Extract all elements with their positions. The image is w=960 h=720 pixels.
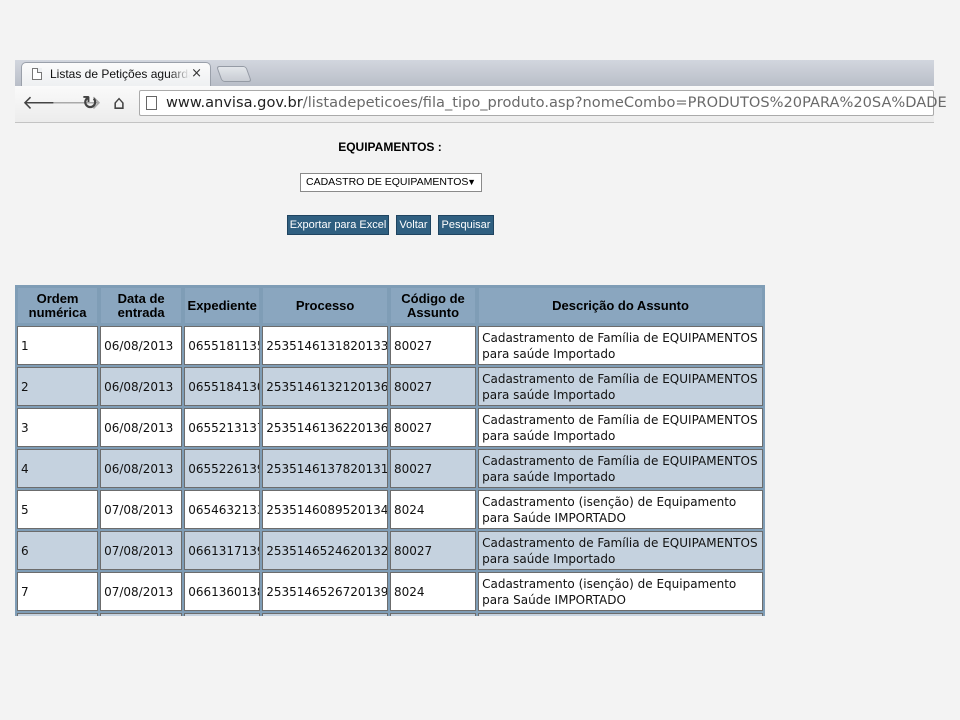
- cell-codigo: 80027: [389, 367, 477, 406]
- table-row: 5 07/08/2013 0654632133 2535146089520134…: [17, 490, 763, 529]
- table-row: 6 07/08/2013 0661317139 2535146524620132…: [17, 531, 763, 570]
- tab-title: Listas de Petições aguardando: [50, 67, 190, 81]
- header-ordem[interactable]: Ordem numérica: [17, 287, 99, 324]
- cell-descricao: Cadastramento de Família de EQUIPAMENTOS…: [478, 408, 763, 447]
- cell-processo: 25351461318201332: [262, 326, 388, 365]
- header-codigo-line2: Assunto: [407, 304, 460, 320]
- select-value: CADASTRO DE EQUIPAMENTOS: [306, 176, 469, 188]
- cell-data: 07/08/2013: [100, 531, 183, 570]
- table-row: 7 07/08/2013 0661360138 2535146526720139…: [17, 572, 763, 611]
- reload-icon[interactable]: ↻: [80, 92, 100, 114]
- table-row-partial: [17, 613, 763, 616]
- header-ordem-line2: numérica: [28, 304, 87, 320]
- cell-ordem: 5: [17, 490, 99, 529]
- category-select[interactable]: CADASTRO DE EQUIPAMENTOS ▼: [300, 173, 482, 192]
- cell-codigo: 8024: [389, 572, 477, 611]
- page-content: EQUIPAMENTOS : CADASTRO DE EQUIPAMENTOS …: [0, 122, 960, 720]
- tab-strip: Listas de Petições aguardando ×: [15, 60, 934, 87]
- cell-data: 06/08/2013: [100, 449, 183, 488]
- cell-descricao: Cadastramento de Família de EQUIPAMENTOS…: [478, 449, 763, 488]
- header-codigo[interactable]: Código de Assunto: [389, 287, 477, 324]
- cell-expediente: 0655226139: [184, 449, 261, 488]
- url-text: www.anvisa.gov.br/listadepeticoes/fila_t…: [166, 93, 947, 113]
- cell-processo: 25351461362201367: [262, 408, 388, 447]
- cell-expediente: 0655181135: [184, 326, 261, 365]
- cell-data: 07/08/2013: [100, 572, 183, 611]
- header-ordem-line1: Ordem: [36, 290, 79, 306]
- cell-expediente: 0661317139: [184, 531, 261, 570]
- cell-codigo: 8024: [389, 490, 477, 529]
- cell-processo: 25351460895201345: [262, 490, 388, 529]
- cell-ordem: 3: [17, 408, 99, 447]
- page-icon: [146, 96, 157, 110]
- header-data-line1: Data de: [117, 290, 165, 306]
- cell-descricao: Cadastramento (isenção) de Equipamento p…: [478, 572, 763, 611]
- close-icon[interactable]: ×: [191, 66, 202, 81]
- cell-empty: [100, 613, 183, 616]
- triangle-down-icon: ▼: [467, 177, 476, 187]
- page-icon: [32, 68, 42, 80]
- table-header-row: Ordem numérica Data de entrada Expediente …: [17, 287, 763, 324]
- cell-empty: [184, 613, 261, 616]
- header-expediente[interactable]: Expediente: [184, 287, 261, 324]
- url-path: /listadepeticoes/fila_tipo_produto.asp?n…: [302, 94, 947, 111]
- cell-empty: [478, 613, 763, 616]
- cell-ordem: 2: [17, 367, 99, 406]
- table-row: 3 06/08/2013 0655213137 2535146136220136…: [17, 408, 763, 447]
- table-row: 4 06/08/2013 0655226139 2535146137820131…: [17, 449, 763, 488]
- search-button[interactable]: Pesquisar: [438, 215, 494, 235]
- header-codigo-line1: Código de: [401, 290, 465, 306]
- back-button[interactable]: Voltar: [396, 215, 431, 235]
- cell-codigo: 80027: [389, 408, 477, 447]
- cell-processo: 25351465246201324: [262, 531, 388, 570]
- export-excel-button[interactable]: Exportar para Excel: [287, 215, 389, 235]
- table-row: 2 06/08/2013 0655184130 2535146132120136…: [17, 367, 763, 406]
- cell-data: 06/08/2013: [100, 326, 183, 365]
- table-row: 1 06/08/2013 0655181135 2535146131820133…: [17, 326, 763, 365]
- page-title: EQUIPAMENTOS :: [338, 140, 442, 154]
- cell-empty: [17, 613, 99, 616]
- browser-tab[interactable]: Listas de Petições aguardando ×: [21, 62, 211, 86]
- cell-empty: [389, 613, 477, 616]
- cell-ordem: 4: [17, 449, 99, 488]
- cell-codigo: 80027: [389, 531, 477, 570]
- header-data[interactable]: Data de entrada: [100, 287, 183, 324]
- cell-expediente: 0655184130: [184, 367, 261, 406]
- browser-window: Listas de Petições aguardando × 🡐 🡒 ↻ ⌂ …: [15, 60, 947, 123]
- cell-descricao: Cadastramento de Família de EQUIPAMENTOS…: [478, 531, 763, 570]
- back-arrow-icon[interactable]: 🡐: [22, 92, 73, 114]
- cell-ordem: 7: [17, 572, 99, 611]
- cell-codigo: 80027: [389, 326, 477, 365]
- cell-descricao: Cadastramento (isenção) de Equipamento p…: [478, 490, 763, 529]
- cell-processo: 25351465267201397: [262, 572, 388, 611]
- cell-processo: 25351461378201318: [262, 449, 388, 488]
- petitions-table: Ordem numérica Data de entrada Expediente …: [15, 285, 765, 616]
- cell-descricao: Cadastramento de Família de EQUIPAMENTOS…: [478, 326, 763, 365]
- home-icon[interactable]: ⌂: [109, 92, 129, 114]
- cell-data: 06/08/2013: [100, 367, 183, 406]
- cell-expediente: 0661360138: [184, 572, 261, 611]
- header-data-line2: entrada: [117, 304, 165, 320]
- header-descricao[interactable]: Descrição do Assunto: [478, 287, 763, 324]
- cell-expediente: 0654632133: [184, 490, 261, 529]
- cell-empty: [262, 613, 388, 616]
- new-tab-button[interactable]: [216, 66, 252, 82]
- address-bar[interactable]: www.anvisa.gov.br/listadepeticoes/fila_t…: [139, 90, 947, 116]
- cell-ordem: 1: [17, 326, 99, 365]
- cell-processo: 25351461321201361: [262, 367, 388, 406]
- cell-ordem: 6: [17, 531, 99, 570]
- cell-data: 07/08/2013: [100, 490, 183, 529]
- header-processo[interactable]: Processo: [262, 287, 388, 324]
- cell-codigo: 80027: [389, 449, 477, 488]
- cell-data: 06/08/2013: [100, 408, 183, 447]
- cell-expediente: 0655213137: [184, 408, 261, 447]
- url-host: www.anvisa.gov.br: [166, 94, 303, 111]
- browser-toolbar: 🡐 🡒 ↻ ⌂ www.anvisa.gov.br/listadepeticoe…: [15, 86, 947, 123]
- forward-arrow-icon[interactable]: 🡒: [51, 92, 102, 114]
- cell-descricao: Cadastramento de Família de EQUIPAMENTOS…: [478, 367, 763, 406]
